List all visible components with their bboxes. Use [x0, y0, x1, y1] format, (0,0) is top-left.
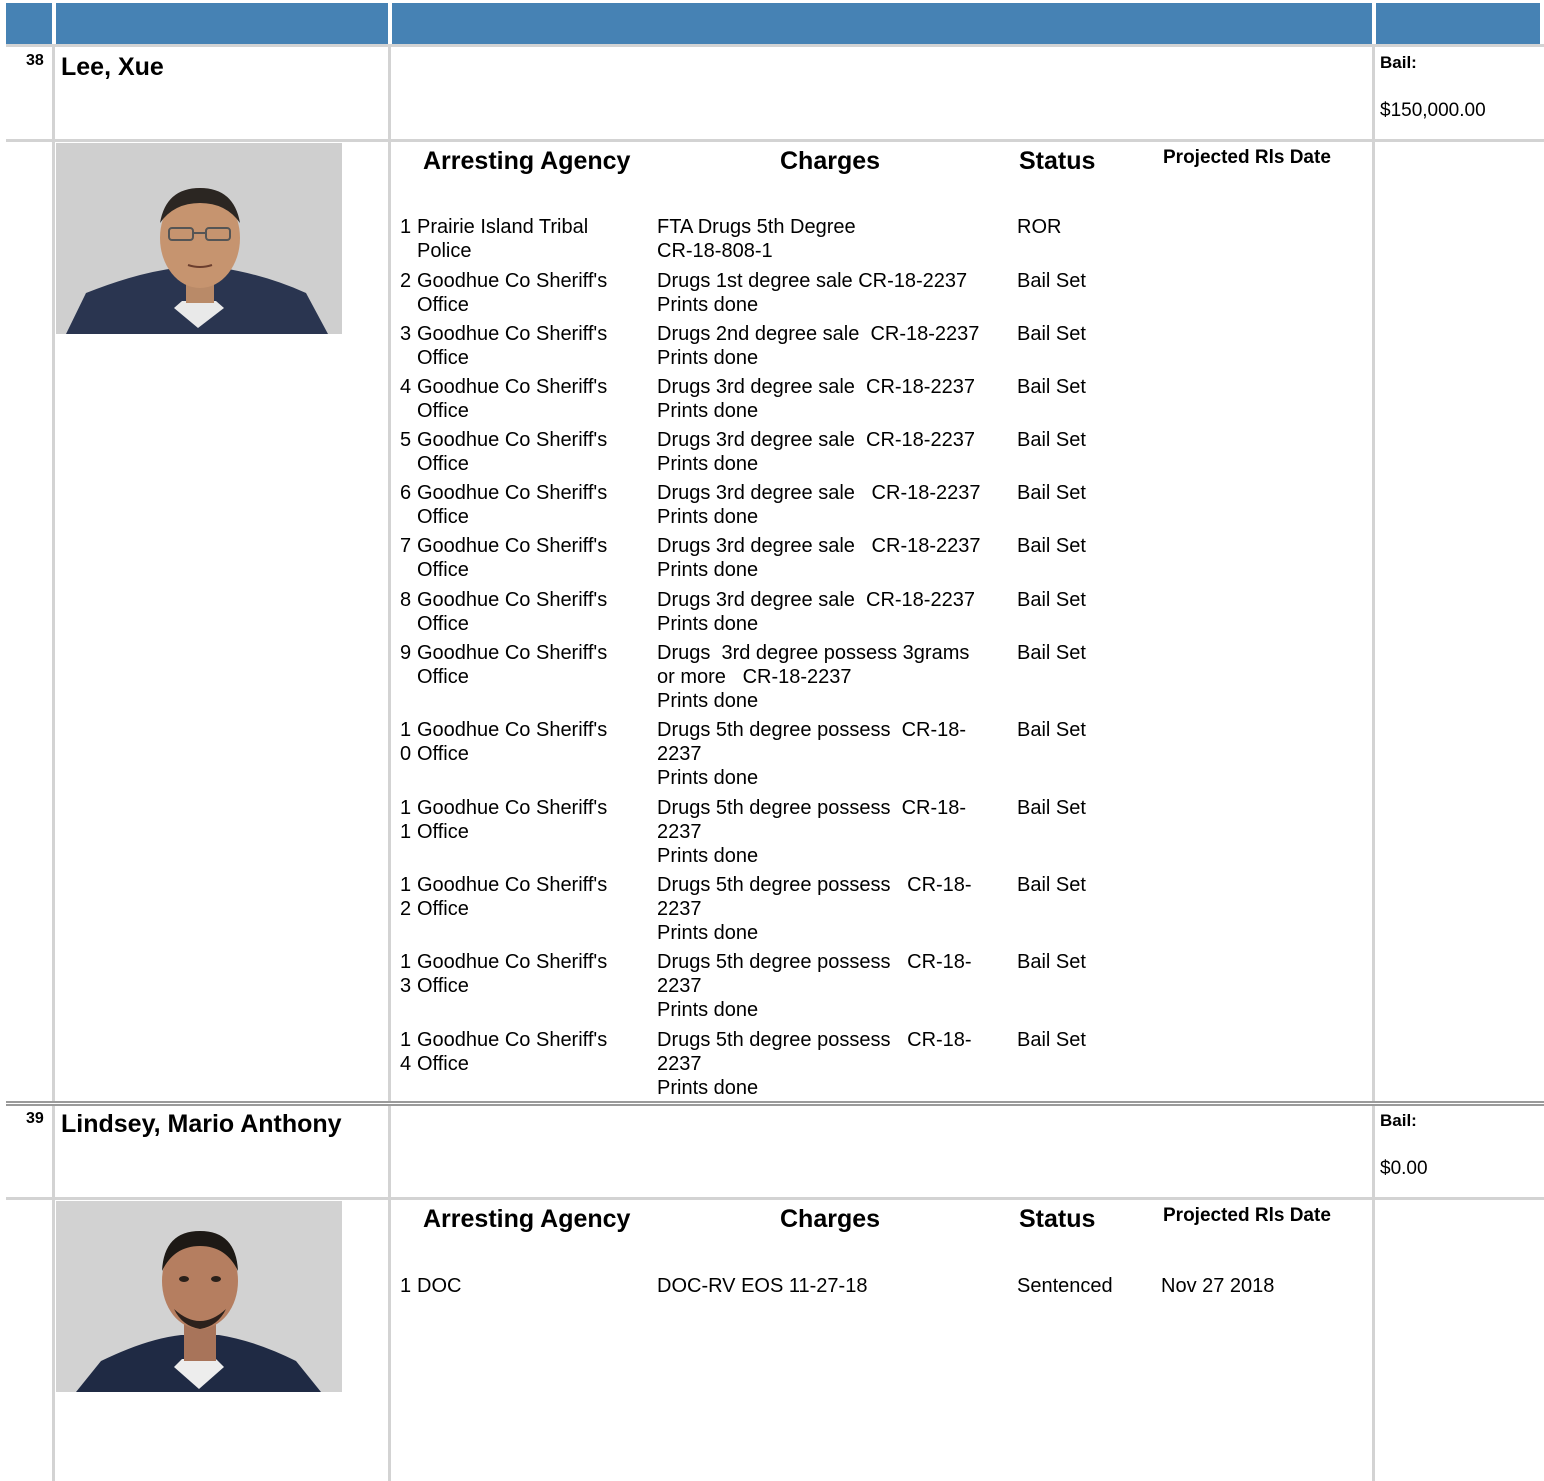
inmate-name: Lee, Xue [61, 53, 164, 81]
charge-agency-name: DOC [417, 1275, 462, 1297]
charge-agency-name: Goodhue Co Sheriff's Office [417, 642, 608, 688]
charge-description: Drugs 3rd degree sale CR-18-2237 Prints … [657, 429, 975, 475]
charge-status: Bail Set [1017, 589, 1086, 611]
charge-index: 1 [400, 216, 412, 238]
record-number: 39 [26, 1110, 44, 1127]
charge-status: Bail Set [1017, 874, 1086, 896]
charge-status: Bail Set [1017, 1029, 1086, 1051]
charge-agency-name: Goodhue Co Sheriff's Office [417, 535, 608, 581]
charge-agency-name: Prairie Island Tribal Police [417, 216, 589, 262]
charge-status: Bail Set [1017, 951, 1086, 973]
grid-line [1372, 44, 1375, 1481]
bail-amount: $0.00 [1380, 1158, 1428, 1179]
charge-index: 1 2 [400, 874, 412, 920]
charge-description: Drugs 3rd degree sale CR-18-2237 Prints … [657, 589, 975, 635]
charge-description: Drugs 5th degree possess CR-18- 2237 Pri… [657, 797, 967, 867]
charge-index: 1 4 [400, 1029, 412, 1075]
table-header-col-name [56, 3, 388, 44]
charge-description: Drugs 3rd degree sale CR-18-2237 Prints … [657, 376, 975, 422]
charge-description: Drugs 3rd degree possess 3grams or more … [657, 642, 970, 712]
charge-index: 1 1 [400, 797, 412, 843]
charge-index: 9 [400, 642, 412, 664]
charge-status: ROR [1017, 216, 1062, 238]
record-number: 38 [26, 52, 44, 69]
charge-status: Bail Set [1017, 535, 1086, 557]
col-header-arresting-agency: Arresting Agency [423, 1205, 631, 1233]
charge-status: Bail Set [1017, 376, 1086, 398]
charge-index: 1 [400, 1275, 412, 1297]
charge-index: 1 3 [400, 951, 412, 997]
col-header-projected-release-date: Projected Rls Date [1163, 147, 1331, 168]
bail-amount: $150,000.00 [1380, 100, 1486, 121]
charge-status: Bail Set [1017, 270, 1086, 292]
charge-description: Drugs 1st degree sale CR-18-2237 Prints … [657, 270, 968, 316]
charge-release-date: Nov 27 2018 [1161, 1275, 1275, 1297]
grid-line [6, 1197, 1544, 1200]
charge-index: 6 [400, 482, 412, 504]
table-header-col-bail [1376, 3, 1540, 44]
charge-status: Bail Set [1017, 719, 1086, 741]
charge-index: 8 [400, 589, 412, 611]
bail-label: Bail: [1380, 1111, 1417, 1130]
charge-status: Bail Set [1017, 323, 1086, 345]
charge-description: Drugs 3rd degree sale CR-18-2237 Prints … [657, 535, 981, 581]
charge-agency-name: Goodhue Co Sheriff's Office [417, 797, 608, 843]
grid-line [388, 44, 391, 1481]
col-header-status: Status [1019, 147, 1096, 175]
charge-description: DOC-RV EOS 11-27-18 [657, 1275, 868, 1297]
charge-description: Drugs 2nd degree sale CR-18-2237 Prints … [657, 323, 980, 369]
charge-description: Drugs 5th degree possess CR-18- 2237 Pri… [657, 1029, 972, 1099]
col-header-charges: Charges [780, 1205, 881, 1233]
charge-agency-name: Goodhue Co Sheriff's Office [417, 482, 608, 528]
charge-description: FTA Drugs 5th Degree CR-18-808-1 [657, 216, 856, 262]
grid-line [52, 44, 55, 1481]
charge-description: Drugs 5th degree possess CR-18- 2237 Pri… [657, 719, 967, 789]
charge-description: Drugs 5th degree possess CR-18- 2237 Pri… [657, 874, 972, 944]
table-header-col-number [6, 3, 52, 44]
charge-index: 7 [400, 535, 412, 557]
col-header-charges: Charges [780, 147, 881, 175]
charge-agency-name: Goodhue Co Sheriff's Office [417, 323, 608, 369]
charge-agency-name: Goodhue Co Sheriff's Office [417, 376, 608, 422]
grid-line [6, 139, 1544, 142]
grid-line [6, 44, 1544, 47]
charge-agency-name: Goodhue Co Sheriff's Office [417, 1029, 608, 1075]
charge-status: Sentenced [1017, 1275, 1113, 1297]
charge-agency-name: Goodhue Co Sheriff's Office [417, 951, 608, 997]
charge-description: Drugs 3rd degree sale CR-18-2237 Prints … [657, 482, 981, 528]
table-header-col-details [392, 3, 1372, 44]
charge-index: 5 [400, 429, 412, 451]
col-header-arresting-agency: Arresting Agency [423, 147, 631, 175]
inmate-photo [56, 143, 342, 334]
inmate-photo [56, 1201, 342, 1392]
col-header-projected-release-date: Projected Rls Date [1163, 1205, 1331, 1226]
col-header-status: Status [1019, 1205, 1096, 1233]
charge-agency-name: Goodhue Co Sheriff's Office [417, 270, 608, 316]
charge-status: Bail Set [1017, 797, 1086, 819]
charge-agency-name: Goodhue Co Sheriff's Office [417, 874, 608, 920]
charge-status: Bail Set [1017, 482, 1086, 504]
charge-agency-name: Goodhue Co Sheriff's Office [417, 589, 608, 635]
record-separator [6, 1101, 1544, 1106]
charge-description: Drugs 5th degree possess CR-18- 2237 Pri… [657, 951, 972, 1021]
charge-agency-name: Goodhue Co Sheriff's Office [417, 719, 608, 765]
charge-index: 2 [400, 270, 412, 292]
charge-index: 4 [400, 376, 412, 398]
charge-status: Bail Set [1017, 642, 1086, 664]
inmate-name: Lindsey, Mario Anthony [61, 1110, 342, 1138]
bail-label: Bail: [1380, 53, 1417, 72]
charge-index: 3 [400, 323, 412, 345]
charge-agency-name: Goodhue Co Sheriff's Office [417, 429, 608, 475]
charge-index: 1 0 [400, 719, 412, 765]
charge-status: Bail Set [1017, 429, 1086, 451]
